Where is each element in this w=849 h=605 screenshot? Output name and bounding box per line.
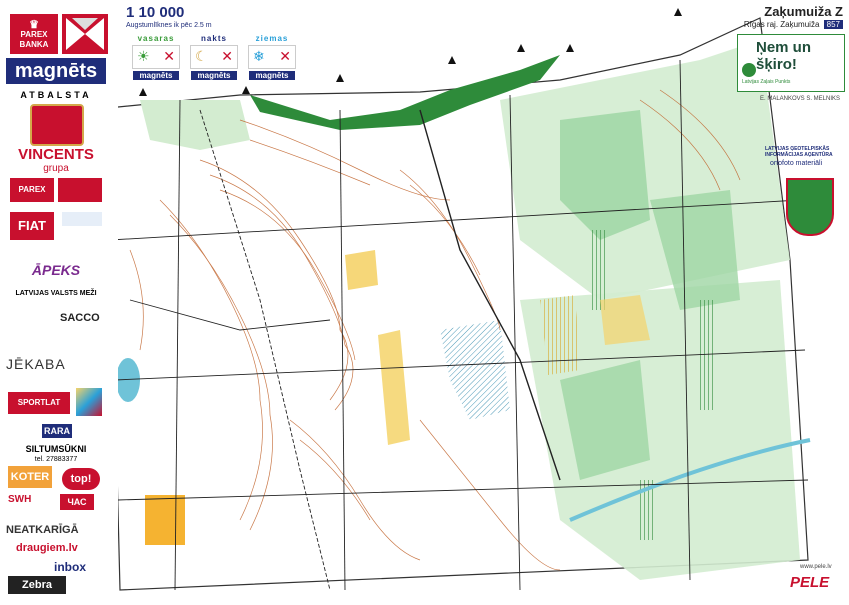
supported-by-label: ATBALSTA — [20, 90, 92, 100]
sponsor-vincents-sub: grupa — [43, 163, 69, 174]
main-sponsor-banner: magnēts — [6, 58, 106, 84]
sponsor-sacco: SACCO — [60, 312, 100, 324]
sponsor-sportlat: SPORTLAT — [8, 392, 70, 414]
map-title: Zaķumuiža Z — [764, 4, 843, 19]
sponsor-sidebar: ♛ PAREX BANKA magnēts ATBALSTA VINCENTS … — [0, 0, 118, 600]
sponsor-phone: tel. 27883377 — [34, 456, 78, 463]
map-number-badge: 857 — [823, 20, 843, 29]
coat-of-arms — [30, 104, 84, 146]
sponsor-small-logo — [62, 212, 102, 226]
map-region: Rīgas raj. Zaķumuiža 857 — [744, 20, 843, 29]
season-summer: vasaras ☀ ✕ magnēts — [130, 34, 182, 80]
crown-icon: ♛ — [29, 19, 39, 31]
eco-org: Latvijas Zaļais Punkts — [742, 79, 791, 85]
sun-icon: ☀ ✕ magnēts — [132, 45, 180, 80]
eco-slogan: Ņem un šķiro! — [756, 39, 812, 73]
map-authors: E. MALANKOVS S. MELNIKS — [760, 96, 841, 102]
map-canvas — [107, 8, 811, 591]
sponsor-draugiem: draugiem.lv — [16, 542, 78, 554]
season-night: nakts ☾ ✕ magnēts — [188, 34, 240, 80]
sponsor-siltumsukni: SILTUMSŪKNI — [25, 444, 87, 454]
open-land-area — [145, 495, 185, 545]
recycle-icon — [742, 63, 756, 77]
sponsor-koter: KOTER — [8, 466, 52, 488]
map-region-text: Rīgas raj. Zaķumuiža — [743, 20, 820, 29]
sponsor-jekaba: JĒKABA — [6, 356, 66, 372]
sponsor-apeks: ĀPEKS — [31, 262, 81, 278]
ortophoto-label: ortofoto materiāli — [770, 160, 823, 167]
sponsor-fiat: FIAT — [10, 212, 54, 240]
municipal-crest — [786, 178, 834, 236]
map-scale: 1 10 000 — [126, 4, 185, 21]
hatched-green-strip — [700, 300, 714, 410]
sponsor-vincents: VINCENTS — [18, 146, 94, 163]
ortophoto-credit: LATVIJAS ĢEOTELPISKĀS INFORMĀCIJAS AĢENT… — [765, 146, 833, 158]
sponsor-zebra: Zebra — [8, 576, 66, 594]
hatched-green-strip — [590, 230, 608, 310]
publisher-logo: PELE — [790, 574, 830, 591]
sponsor-rara: RARA — [42, 424, 72, 438]
open-land-area — [345, 250, 378, 290]
sponsor-top: top! — [62, 468, 100, 490]
sponsor-chac: ЧАС — [60, 494, 94, 510]
sponsor-lvm: LATVIJAS VALSTS MEŽI — [15, 290, 97, 297]
contour-interval-note: Augstumlīknes ik pēc 2.5 m — [126, 22, 212, 29]
season-winter: ziemas ❄ ✕ magnēts — [246, 34, 298, 80]
sponsor-parex-badge: PAREX — [10, 178, 54, 202]
sponsor-colorful-logo — [76, 388, 102, 416]
eco-slogan-box: Ņem un šķiro! Latvijas Zaļais Punkts — [737, 34, 845, 92]
sponsor-parex-badge-2 — [58, 178, 102, 202]
sponsor-inbox: inbox — [54, 560, 86, 574]
magnets-x-icon — [62, 14, 108, 54]
website: www.pele.lv — [800, 564, 832, 570]
sponsor-neatkariga: NEATKARĪGĀ — [6, 524, 79, 536]
sponsor-swh: SWH — [8, 494, 32, 505]
moon-icon: ☾ ✕ magnēts — [190, 45, 238, 80]
parex-banka-logo: ♛ PAREX BANKA — [10, 14, 58, 54]
snowflake-icon: ❄ ✕ magnēts — [248, 45, 296, 80]
orienteering-map — [0, 0, 849, 600]
